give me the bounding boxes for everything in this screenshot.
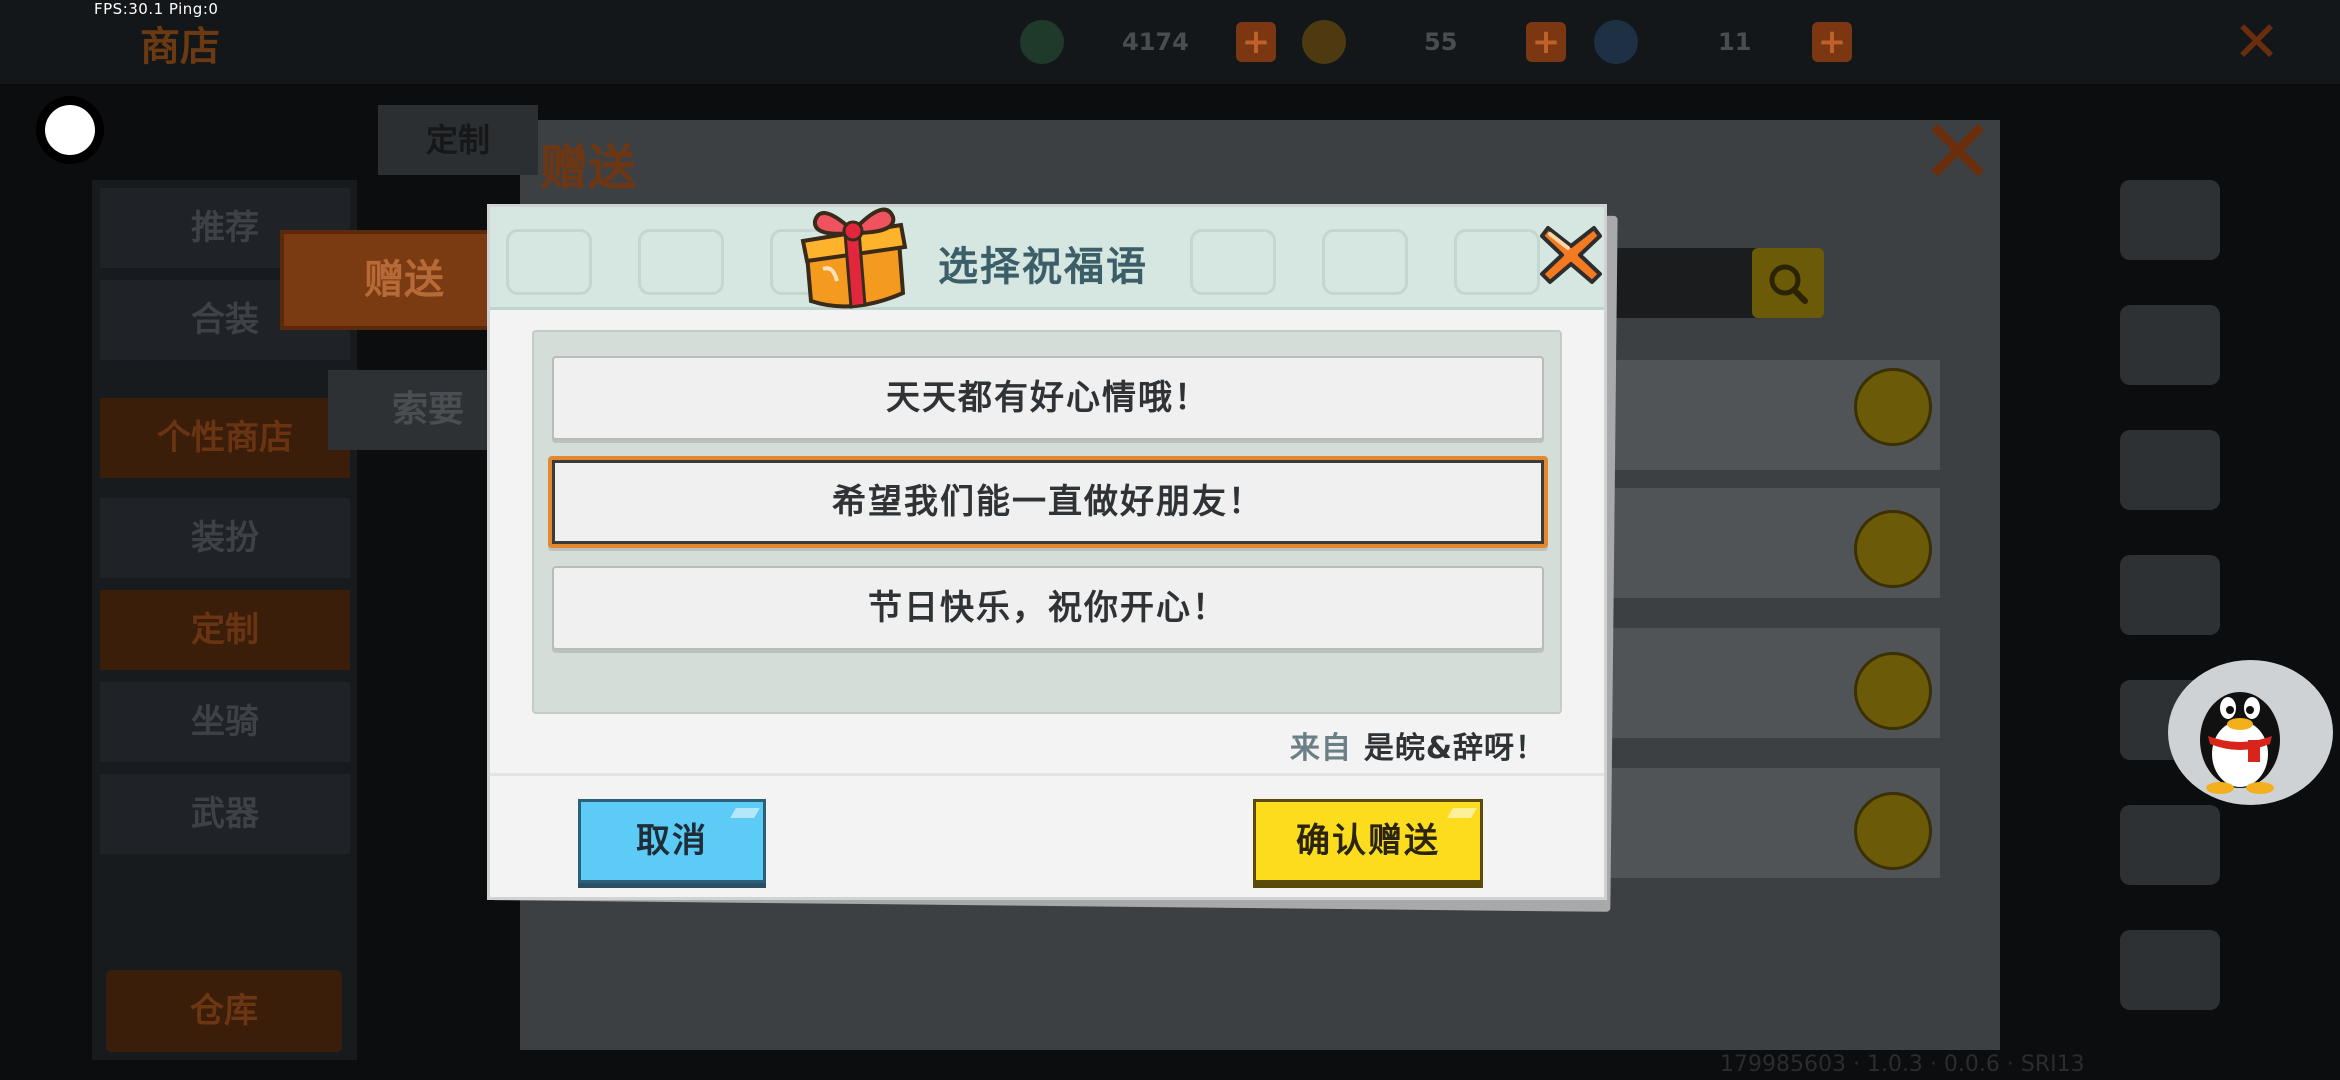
coin-icon [1020,20,1064,64]
side-button[interactable] [2120,555,2220,635]
send-gift-icon[interactable] [1854,792,1932,870]
header-pattern [1454,229,1540,295]
blessing-option-selected[interactable]: 希望我们能一直做好朋友！ [548,456,1548,548]
menu-item-weapon[interactable]: 武器 [100,774,350,854]
add-currency-button-2[interactable]: + [1526,22,1566,62]
side-button[interactable] [2120,305,2220,385]
button-shine [730,808,760,818]
confirm-gift-button[interactable]: 确认赠送 [1253,799,1483,883]
header-pattern [506,229,592,295]
currency-value-1: 4174 [1122,28,1189,56]
warehouse-button[interactable]: 仓库 [106,970,342,1052]
gift-box-icon [800,207,908,309]
confirm-button-label: 确认赠送 [1296,821,1440,861]
add-currency-button-1[interactable]: + [1236,22,1276,62]
header-pattern [1322,229,1408,295]
friend-search-input[interactable] [1600,248,1760,318]
menu-item-custom[interactable]: 定制 [100,590,350,670]
dialog-title: 选择祝福语 [938,244,1148,290]
send-gift-icon[interactable] [1854,510,1932,588]
side-button[interactable] [2120,430,2220,510]
add-currency-button-3[interactable]: + [1812,22,1852,62]
send-gift-icon[interactable] [1854,652,1932,730]
from-label: 来自 [1289,731,1352,766]
send-gift-icon[interactable] [1854,368,1932,446]
gift-window-title: 赠送 [540,140,637,196]
side-button[interactable] [2120,180,2220,260]
menu-item-dressup[interactable]: 装扮 [100,498,350,578]
tab-custom[interactable]: 定制 [378,105,538,175]
footer-divider [490,773,1604,776]
blessing-option[interactable]: 节日快乐，祝你开心！ [552,566,1544,650]
search-icon [1769,264,1808,304]
shop-title: 商店 [140,24,220,70]
star-coin-icon [1302,20,1346,64]
header-pattern [638,229,724,295]
sender-line: 来自 是皖&辞呀！ [1290,723,1546,767]
side-button[interactable] [2120,930,2220,1010]
right-side-toolbar [2120,180,2220,1030]
header-pattern [1190,229,1276,295]
cancel-button[interactable]: 取消 [578,799,766,883]
menu-item-personal-shop[interactable]: 个性商店 [100,398,350,478]
currency-value-3: 11 [1718,28,1752,56]
dialog-header: 选择祝福语 [490,207,1604,310]
blessing-list: 天天都有好心情哦！ 希望我们能一直做好朋友！ 节日快乐，祝你开心！ [532,330,1562,714]
menu-item-mount[interactable]: 坐骑 [100,682,350,762]
floating-assist-dot[interactable] [45,105,95,155]
side-button[interactable] [2120,805,2220,885]
version-info: 179985603 · 1.0.3 · 0.0.6 · SRI13 [1720,1052,2085,1077]
close-x-icon[interactable] [1538,222,1604,288]
search-button[interactable] [1752,248,1824,318]
blessing-option[interactable]: 天天都有好心情哦！ [552,356,1544,440]
shop-close-icon[interactable]: ✕ [2233,10,2280,75]
currency-value-2: 55 [1424,28,1458,56]
sender-name: 是皖&辞呀！ [1363,731,1546,766]
gem-icon [1594,20,1638,64]
button-shine [1447,808,1477,818]
qq-penguin-icon [2200,692,2280,794]
gift-window-close-icon[interactable]: ✕ [1920,108,1995,198]
blessing-dialog: 选择祝福语 天天都有好心情哦！ 希望我们能一直做好朋友！ 节日快乐，祝你开心！ … [487,204,1607,900]
cancel-button-label: 取消 [636,821,708,861]
